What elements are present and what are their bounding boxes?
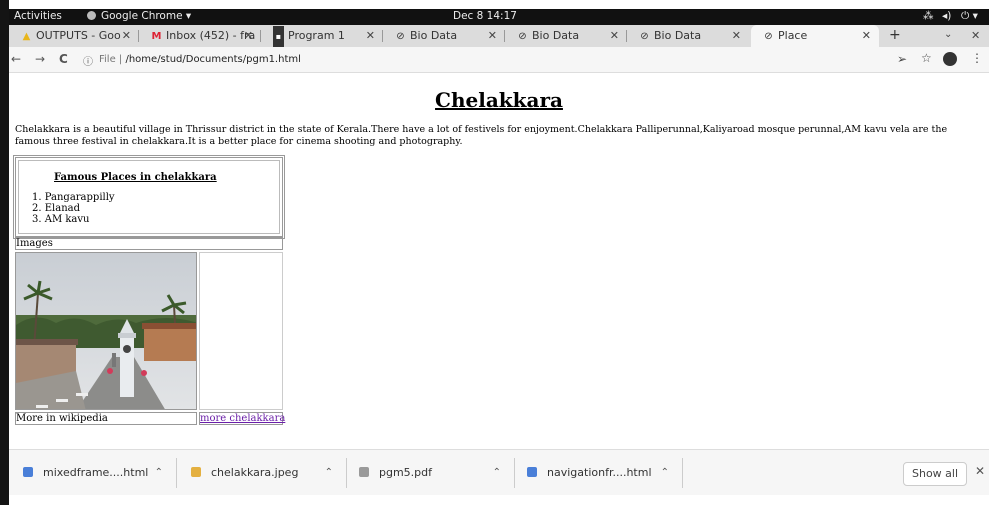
close-icon[interactable]: ✕ (862, 25, 871, 47)
globe-icon: ⊘ (518, 31, 527, 42)
download-item-navigationframe[interactable]: navigationfr....html ⌃ (527, 462, 669, 484)
download-item-mixedframe[interactable]: mixedframe....html ⌃ (23, 462, 163, 484)
tab-label: Bio Data (654, 29, 702, 42)
clock[interactable]: Dec 8 14:17 (453, 10, 517, 22)
tab-label: OUTPUTS - Goo (36, 29, 121, 42)
images-label: Images (15, 237, 283, 250)
empty-cell (199, 252, 283, 410)
close-icon[interactable]: ✕ (488, 25, 497, 47)
download-filename: mixedframe....html (43, 466, 149, 479)
html-file-icon (23, 467, 33, 477)
volume-icon[interactable]: ◂) (942, 10, 951, 22)
globe-icon: ⊘ (640, 31, 649, 42)
close-icon[interactable]: ✕ (732, 25, 741, 47)
download-item-pgm5[interactable]: pgm5.pdf ⌃ (359, 462, 501, 484)
info-icon[interactable]: ⓘ (83, 53, 93, 68)
bottom-strip (9, 495, 989, 505)
chevron-up-icon[interactable]: ⌃ (325, 462, 333, 484)
forward-arrow-icon[interactable]: → (35, 52, 45, 66)
famous-places-list: 1. Pangarappilly 2. Elanad 3. AM kavu (32, 192, 115, 225)
pdf-file-icon (359, 467, 369, 477)
page-title: Chelakkara (435, 88, 563, 112)
new-tab-button[interactable]: + (889, 27, 901, 43)
list-item: 3. AM kavu (32, 214, 90, 225)
list-item: 2. Elanad (32, 203, 80, 214)
bookmark-star-icon[interactable]: ☆ (921, 51, 932, 65)
activities-button[interactable]: Activities (14, 10, 62, 22)
download-filename: pgm5.pdf (379, 466, 433, 479)
chevron-up-icon[interactable]: ⌃ (661, 462, 669, 484)
tab-place[interactable]: ⊘ Place ✕ (751, 25, 879, 47)
drive-icon: ▲ (22, 31, 31, 42)
system-top-bar: Activities Google Chrome ▾ Dec 8 14:17 ⁂… (9, 9, 989, 25)
close-icon[interactable]: ✕ (610, 25, 619, 47)
chrome-app-menu[interactable]: Google Chrome ▾ (87, 10, 191, 22)
chevron-up-icon[interactable]: ⌃ (155, 462, 163, 484)
menu-kebab-icon[interactable]: ⋮ (971, 51, 983, 65)
chelakkara-photo (15, 252, 197, 410)
famous-places-heading: Famous Places in chelakkara (54, 172, 217, 183)
famous-places-frame: Famous Places in chelakkara 1. Pangarapp… (13, 155, 285, 239)
url-scheme: File | (99, 54, 126, 65)
tab-program1[interactable]: ▪ Program 1 ✕ (261, 25, 383, 47)
url-field[interactable]: File | /home/stud/Documents/pgm1.html (99, 54, 301, 65)
download-filename: chelakkara.jpeg (211, 466, 299, 479)
tab-strip: ▲ OUTPUTS - Goo ✕ M Inbox (452) - fra ✕ ▪ P… (9, 25, 989, 47)
tab-label: Program 1 (288, 29, 345, 42)
tab-outputs[interactable]: ▲ OUTPUTS - Goo ✕ (9, 25, 139, 47)
close-icon[interactable]: ✕ (366, 25, 375, 47)
image-file-icon (191, 467, 201, 477)
window-close-icon[interactable]: ✕ (971, 29, 980, 42)
network-icon[interactable]: ⁂ (923, 10, 934, 22)
globe-icon: ⊘ (764, 31, 773, 42)
tab-label: Inbox (452) - fra (166, 29, 256, 42)
download-filename: navigationfr....html (547, 466, 652, 479)
close-icon[interactable]: ✕ (244, 25, 253, 47)
send-icon[interactable]: ➢ (897, 52, 907, 66)
tab-label: Bio Data (410, 29, 458, 42)
page-content: Chelakkara Chelakkara is a beautiful vil… (9, 74, 989, 449)
chrome-icon (87, 11, 96, 20)
tab-inbox[interactable]: M Inbox (452) - fra ✕ (139, 25, 261, 47)
more-chelakkara-link[interactable]: more chelakkara (199, 412, 285, 425)
tab-label: Place (778, 29, 808, 42)
intro-paragraph: Chelakkara is a beautiful village in Thr… (15, 124, 948, 147)
html-file-icon (527, 467, 537, 477)
tab-search-chevron-icon[interactable]: ⌄ (944, 29, 952, 40)
tab-biodata-3[interactable]: ⊘ Bio Data ✕ (627, 25, 749, 47)
power-icon[interactable]: ⏻ ▾ (961, 10, 978, 23)
close-icon[interactable]: ✕ (122, 25, 131, 47)
profile-avatar[interactable] (943, 52, 957, 66)
url-path: /home/stud/Documents/pgm1.html (125, 54, 301, 65)
page-icon: ▪ (273, 26, 284, 47)
chevron-up-icon[interactable]: ⌃ (493, 462, 501, 484)
toolbar: ← → C ⓘ File | /home/stud/Documents/pgm1… (9, 47, 989, 73)
app-name: Google Chrome ▾ (101, 10, 192, 22)
more-in-wikipedia-label: More in wikipedia (15, 412, 197, 425)
left-edge-strip (0, 0, 9, 505)
tab-label: Bio Data (532, 29, 580, 42)
list-item: 1. Pangarappilly (32, 192, 115, 203)
close-icon[interactable]: ✕ (975, 464, 985, 478)
show-all-button[interactable]: Show all (903, 462, 967, 486)
download-item-chelakkara[interactable]: chelakkara.jpeg ⌃ (191, 462, 333, 484)
back-arrow-icon[interactable]: ← (11, 52, 21, 66)
downloads-shelf: mixedframe....html ⌃ chelakkara.jpeg ⌃ p… (9, 449, 989, 495)
globe-icon: ⊘ (396, 31, 405, 42)
tab-biodata-2[interactable]: ⊘ Bio Data ✕ (505, 25, 627, 47)
tab-biodata-1[interactable]: ⊘ Bio Data ✕ (383, 25, 505, 47)
reload-icon[interactable]: C (59, 52, 68, 66)
gmail-icon: M (151, 31, 162, 42)
